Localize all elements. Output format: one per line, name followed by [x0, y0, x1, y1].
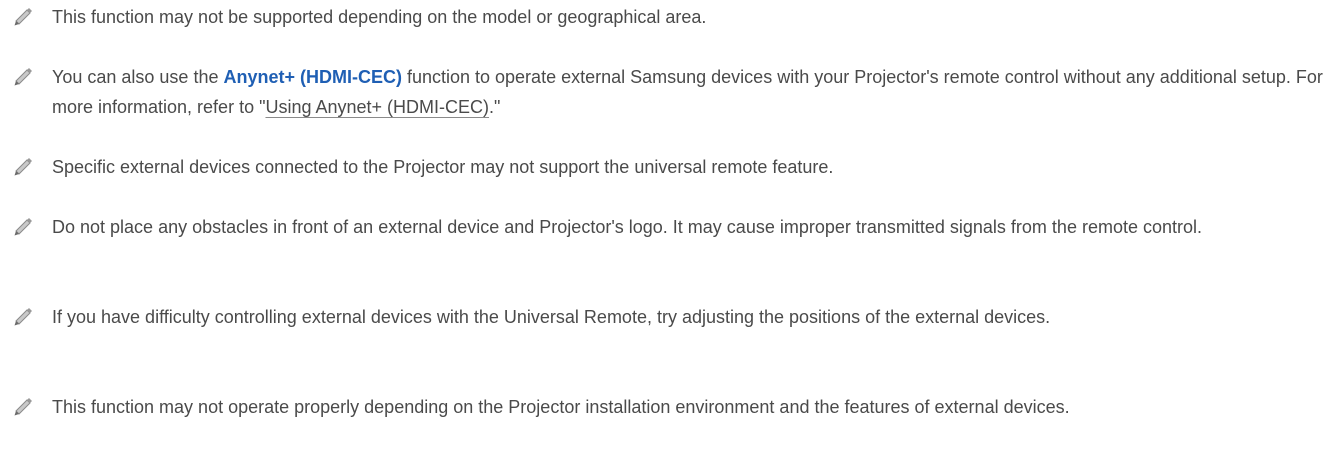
- note-text: This function may not be supported depen…: [52, 7, 707, 27]
- note-text: Do not place any obstacles in front of a…: [52, 217, 1203, 237]
- note-item: This function may not be supported depen…: [12, 2, 1328, 32]
- anynet-highlight: Anynet+ (HDMI-CEC): [223, 67, 402, 87]
- note-item: You can also use the Anynet+ (HDMI-CEC) …: [12, 62, 1328, 122]
- note-text: This function may not operate properly d…: [52, 397, 1070, 417]
- note-text-after: .": [489, 97, 501, 117]
- note-text: You can also use the Anynet+ (HDMI-CEC) …: [52, 62, 1328, 122]
- note-text: If you have difficulty controlling exter…: [52, 307, 1051, 327]
- note-item: This function may not operate properly d…: [12, 392, 1328, 422]
- pencil-note-icon: [14, 158, 32, 176]
- pencil-note-icon: [14, 8, 32, 26]
- anynet-reference-link[interactable]: Using Anynet+ (HDMI-CEC): [265, 97, 489, 117]
- note-item: Do not place any obstacles in front of a…: [12, 212, 1328, 242]
- pencil-note-icon: [14, 218, 32, 236]
- note-text-before: You can also use the: [52, 67, 224, 87]
- pencil-note-icon: [14, 308, 32, 326]
- pencil-note-icon: [14, 398, 32, 416]
- pencil-note-icon: [14, 68, 32, 86]
- note-text: Specific external devices connected to t…: [52, 157, 834, 177]
- notes-list: This function may not be supported depen…: [0, 0, 1338, 457]
- note-item: If you have difficulty controlling exter…: [12, 302, 1328, 332]
- note-item: Specific external devices connected to t…: [12, 152, 1328, 182]
